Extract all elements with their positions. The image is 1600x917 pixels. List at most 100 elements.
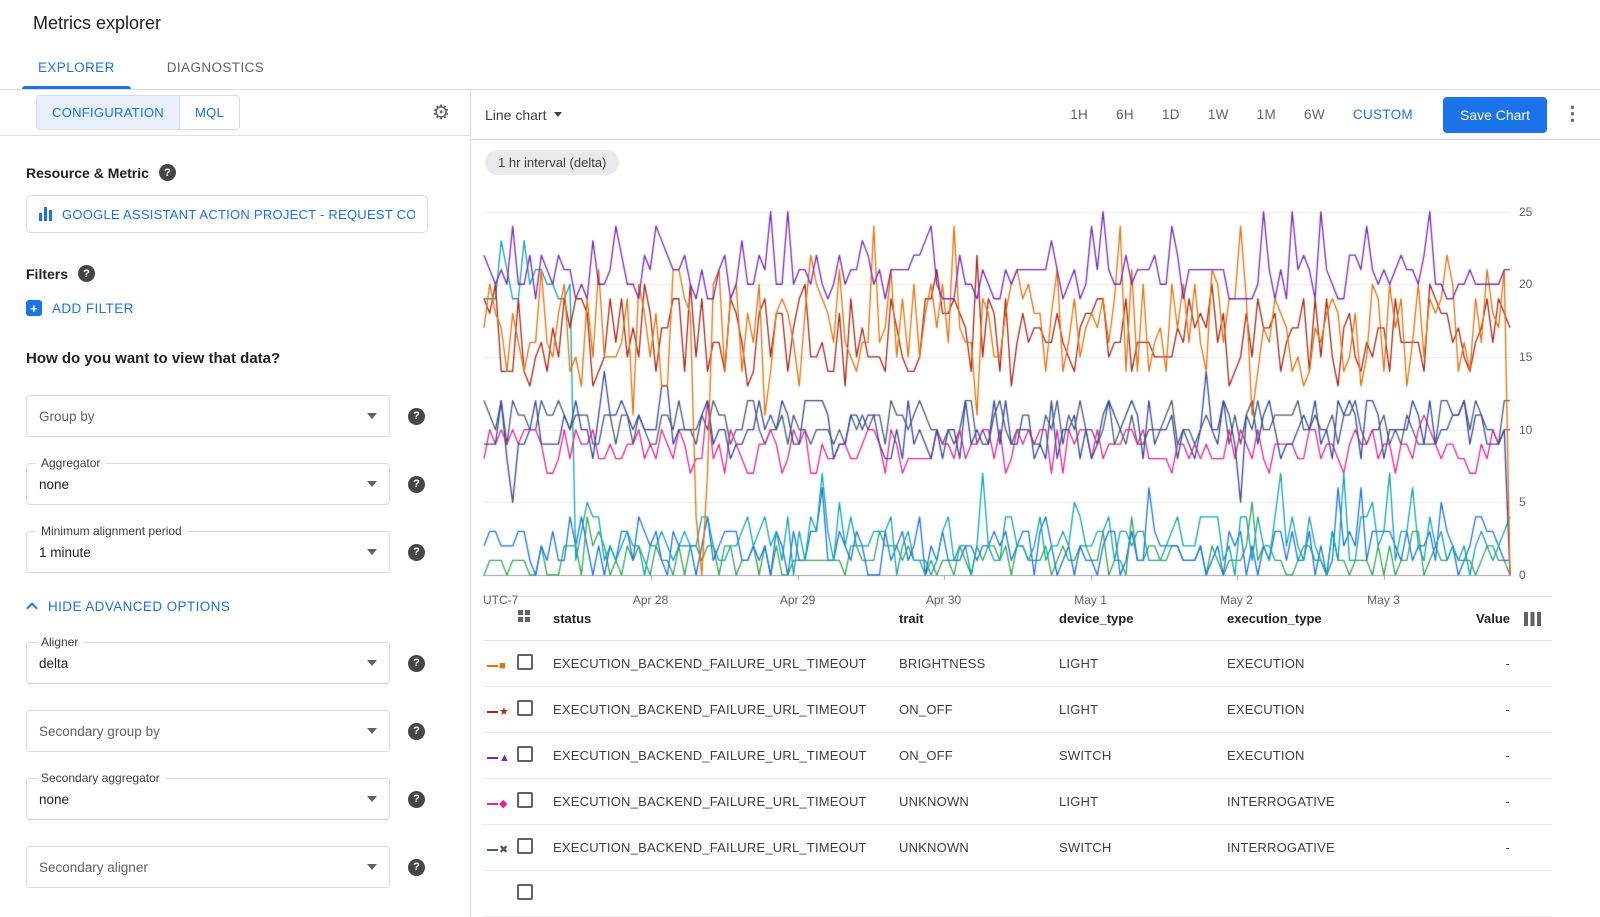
col-trait: trait — [899, 611, 1059, 626]
cell-value: - — [1467, 656, 1512, 671]
dropdown-aggregator[interactable]: Aggregatornone — [26, 463, 390, 505]
row-checkbox[interactable] — [517, 792, 533, 808]
range-6h[interactable]: 6H — [1102, 107, 1148, 122]
add-filter-button[interactable]: + ADD FILTER — [26, 300, 134, 316]
col-status: status — [553, 611, 899, 626]
tab-diagnostics[interactable]: DIAGNOSTICS — [141, 46, 290, 89]
legend-grid-icon[interactable] — [517, 609, 531, 623]
col-device-type: device_type — [1059, 611, 1227, 626]
table-row: ■EXECUTION_BACKEND_FAILURE_URL_TIMEOUTBR… — [483, 641, 1552, 687]
help-icon[interactable]: ? — [408, 476, 425, 493]
range-6w[interactable]: 6W — [1290, 107, 1339, 122]
range-1w[interactable]: 1W — [1194, 107, 1243, 122]
field-placeholder: Secondary group by — [39, 724, 160, 739]
chevron-down-icon — [367, 796, 377, 802]
dropdown-minimum-alignment-period[interactable]: Minimum alignment period1 minute — [26, 531, 390, 573]
row-checkbox[interactable] — [517, 884, 533, 900]
series-table: status trait device_type execution_type … — [483, 596, 1552, 917]
y-axis-label: 10 — [1519, 423, 1532, 437]
range-1d[interactable]: 1D — [1148, 107, 1194, 122]
chevron-down-icon — [367, 549, 377, 555]
mode-toggle: CONFIGURATION MQL — [36, 95, 240, 130]
cell-execution-type: EXECUTION — [1227, 748, 1467, 763]
chevron-down-icon — [367, 864, 377, 870]
gear-icon[interactable]: ⚙ — [432, 103, 450, 123]
more-options-icon[interactable]: ⋮ — [1563, 103, 1582, 126]
chevron-down-icon — [367, 728, 377, 734]
help-icon[interactable]: ? — [408, 408, 425, 425]
field-value: delta — [39, 656, 68, 671]
help-icon[interactable]: ? — [408, 655, 425, 672]
help-icon[interactable]: ? — [408, 859, 425, 876]
chart-type-dropdown[interactable]: Line chart — [485, 107, 562, 123]
time-range-group: 1H6H1D1W1M6W — [1056, 107, 1339, 122]
row-checkbox[interactable] — [517, 700, 533, 716]
cell-trait: BRIGHTNESS — [899, 656, 1059, 671]
custom-range-button[interactable]: CUSTOM — [1339, 107, 1427, 122]
cell-status: EXECUTION_BACKEND_FAILURE_URL_TIMEOUT — [553, 702, 899, 717]
cell-execution-type: EXECUTION — [1227, 656, 1467, 671]
cell-value: - — [1467, 748, 1512, 763]
resource-metric-button[interactable]: GOOGLE ASSISTANT ACTION PROJECT - REQUES… — [26, 195, 428, 233]
filters-label: Filters — [26, 266, 68, 282]
tab-configuration[interactable]: CONFIGURATION — [37, 96, 180, 129]
hide-advanced-options-link[interactable]: HIDE ADVANCED OPTIONS — [28, 599, 230, 614]
x-axis-utc-label: UTC-7 — [483, 593, 518, 607]
series-marker-icon: ★ — [487, 707, 509, 718]
field-value: none — [39, 477, 69, 492]
field-value: 1 minute — [39, 545, 91, 560]
view-data-question: How do you want to view that data? — [26, 350, 444, 367]
dropdown-aligner[interactable]: Alignerdelta — [26, 642, 390, 684]
row-checkbox[interactable] — [517, 654, 533, 670]
field-placeholder: Secondary aligner — [39, 860, 148, 875]
field-row: Group by? — [26, 395, 444, 437]
dropdown-secondary-group-by[interactable]: Secondary group by — [26, 710, 390, 752]
cell-device-type: LIGHT — [1059, 702, 1227, 717]
chip-row: 1 hr interval (delta) — [471, 140, 1600, 175]
config-panel-body: Resource & Metric ? GOOGLE ASSISTANT ACT… — [0, 136, 470, 888]
column-settings-icon[interactable] — [1524, 612, 1541, 626]
line-chart[interactable]: 0510152025 UTC-7Apr 28Apr 29Apr 30May 1M… — [483, 185, 1545, 596]
save-chart-button[interactable]: Save Chart — [1443, 97, 1547, 133]
cell-device-type: SWITCH — [1059, 840, 1227, 855]
help-icon[interactable]: ? — [408, 723, 425, 740]
cell-value: - — [1467, 840, 1512, 855]
range-1m[interactable]: 1M — [1243, 107, 1290, 122]
dropdown-secondary-aggregator[interactable]: Secondary aggregatornone — [26, 778, 390, 820]
help-icon[interactable]: ? — [408, 791, 425, 808]
y-axis: 0510152025 — [1517, 185, 1545, 589]
dropdown-secondary-aligner[interactable]: Secondary aligner — [26, 846, 390, 888]
tab-mql[interactable]: MQL — [180, 96, 239, 129]
y-axis-label: 5 — [1519, 495, 1526, 509]
cell-status: EXECUTION_BACKEND_FAILURE_URL_TIMEOUT — [553, 840, 899, 855]
field-row: Alignerdelta? — [26, 642, 444, 684]
cell-trait: ON_OFF — [899, 702, 1059, 717]
dropdown-group-by[interactable]: Group by — [26, 395, 390, 437]
help-icon[interactable]: ? — [159, 164, 176, 181]
range-1h[interactable]: 1H — [1056, 107, 1102, 122]
x-axis-label: May 3 — [1367, 593, 1400, 607]
cell-status: EXECUTION_BACKEND_FAILURE_URL_TIMEOUT — [553, 794, 899, 809]
x-axis-label: Apr 28 — [633, 593, 668, 607]
row-checkbox[interactable] — [517, 838, 533, 854]
cell-status: EXECUTION_BACKEND_FAILURE_URL_TIMEOUT — [553, 656, 899, 671]
x-axis-label: May 1 — [1074, 593, 1107, 607]
interval-chip: 1 hr interval (delta) — [485, 150, 619, 175]
field-label: Aligner — [36, 635, 83, 649]
help-icon[interactable]: ? — [408, 544, 425, 561]
field-label: Secondary aggregator — [36, 771, 165, 785]
series-marker-icon: ▲ — [487, 753, 510, 764]
field-row: Secondary aggregatornone? — [26, 778, 444, 820]
table-row: ✖EXECUTION_BACKEND_FAILURE_URL_TIMEOUTUN… — [483, 825, 1552, 871]
tab-explorer[interactable]: EXPLORER — [12, 46, 141, 89]
page-header: Metrics explorer — [0, 0, 1600, 46]
col-value: Value — [1467, 611, 1512, 626]
plus-icon: + — [26, 300, 42, 316]
help-icon[interactable]: ? — [78, 265, 95, 282]
table-body: ■EXECUTION_BACKEND_FAILURE_URL_TIMEOUTBR… — [483, 641, 1552, 917]
cell-trait: ON_OFF — [899, 748, 1059, 763]
tab-bar: EXPLORERDIAGNOSTICS — [0, 46, 1600, 90]
chart-canvas[interactable] — [483, 185, 1511, 589]
field-row: Secondary aligner? — [26, 846, 444, 888]
row-checkbox[interactable] — [517, 746, 533, 762]
